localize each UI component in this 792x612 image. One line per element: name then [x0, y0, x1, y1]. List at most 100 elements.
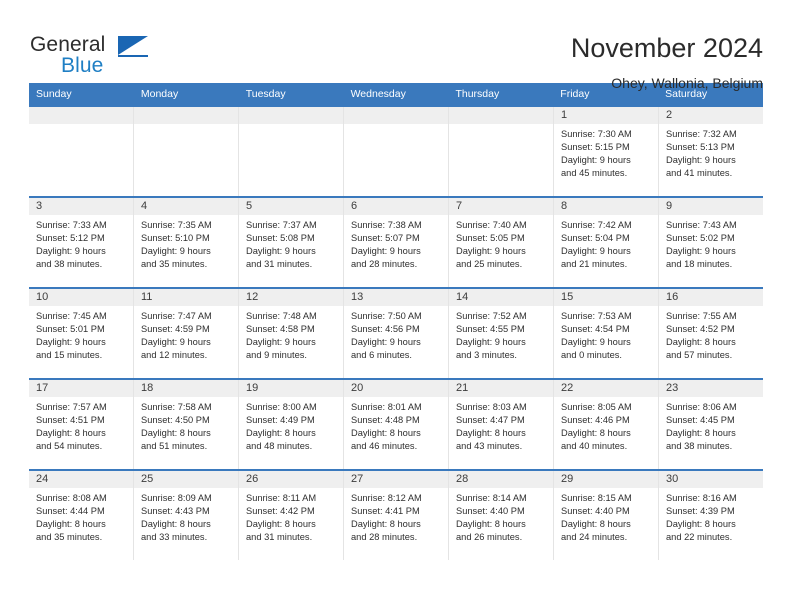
sunrise-text: Sunrise: 7:47 AM [141, 311, 212, 321]
daylight-text-line1: Daylight: 9 hours [456, 246, 526, 257]
sunset-text: Sunset: 4:58 PM [246, 324, 315, 335]
day-number: 22 [561, 382, 574, 394]
calendar-cell-empty [449, 107, 554, 196]
day-number: 16 [666, 291, 679, 303]
daylight-text-line2: and 31 minutes. [246, 259, 313, 270]
calendar-day-cell[interactable]: 1 Sunrise: 7:30 AM Sunset: 5:15 PM Daylight… [554, 107, 659, 196]
sunrise-text: Sunrise: 8:06 AM [666, 402, 737, 412]
calendar-day-cell[interactable]: 30 Sunrise: 8:16 AM Sunset: 4:39 PM Dayligh… [659, 471, 763, 560]
sunset-text: Sunset: 4:42 PM [246, 506, 315, 517]
sunrise-text: Sunrise: 8:01 AM [351, 402, 422, 412]
calendar-day-cell[interactable]: 28 Sunrise: 8:14 AM Sunset: 4:40 PM Dayligh… [449, 471, 554, 560]
daylight-text-line2: and 3 minutes. [456, 350, 517, 361]
weekday-header-friday: Friday [560, 88, 590, 100]
calendar-day-cell[interactable]: 20 Sunrise: 8:01 AM Sunset: 4:48 PM Dayligh… [344, 380, 449, 469]
day-number-band: 5 [239, 198, 343, 215]
calendar-day-cell[interactable]: 10 Sunrise: 7:45 AM Sunset: 5:01 PM Dayligh… [29, 289, 134, 378]
daylight-text-line1: Daylight: 8 hours [36, 428, 106, 439]
page-title: November 2024 [570, 33, 763, 63]
sunset-text: Sunset: 4:47 PM [456, 415, 525, 426]
calendar-day-cell[interactable]: 11 Sunrise: 7:47 AM Sunset: 4:59 PM Dayligh… [134, 289, 239, 378]
daylight-text-line1: Daylight: 9 hours [561, 337, 631, 348]
calendar-day-cell[interactable]: 8 Sunrise: 7:42 AM Sunset: 5:04 PM Daylight… [554, 198, 659, 287]
sunset-text: Sunset: 4:39 PM [666, 506, 735, 517]
calendar-day-cell[interactable]: 25 Sunrise: 8:09 AM Sunset: 4:43 PM Dayligh… [134, 471, 239, 560]
sun-info: Sunrise: 7:50 AM Sunset: 4:56 PM Daylight:… [344, 306, 448, 362]
calendar-day-cell[interactable]: 15 Sunrise: 7:53 AM Sunset: 4:54 PM Dayligh… [554, 289, 659, 378]
daylight-text-line1: Daylight: 8 hours [456, 428, 526, 439]
weekday-header-tuesday: Tuesday [245, 88, 286, 100]
calendar-day-cell[interactable]: 6 Sunrise: 7:38 AM Sunset: 5:07 PM Daylight… [344, 198, 449, 287]
calendar-day-cell[interactable]: 14 Sunrise: 7:52 AM Sunset: 4:55 PM Dayligh… [449, 289, 554, 378]
sunset-text: Sunset: 5:13 PM [666, 142, 735, 153]
sunset-text: Sunset: 5:10 PM [141, 233, 210, 244]
calendar-day-cell[interactable]: 4 Sunrise: 7:35 AM Sunset: 5:10 PM Daylight… [134, 198, 239, 287]
day-number-band: 8 [554, 198, 658, 215]
calendar-day-cell[interactable]: 17 Sunrise: 7:57 AM Sunset: 4:51 PM Dayligh… [29, 380, 134, 469]
day-number-band: 20 [344, 380, 448, 397]
calendar-week-row: 10 Sunrise: 7:45 AM Sunset: 5:01 PM Dayligh… [29, 287, 763, 378]
day-number-band: 15 [554, 289, 658, 306]
calendar-day-cell[interactable]: 9 Sunrise: 7:43 AM Sunset: 5:02 PM Daylight… [659, 198, 763, 287]
calendar-week-row: 1 Sunrise: 7:30 AM Sunset: 5:15 PM Daylight… [29, 105, 763, 196]
calendar-day-cell[interactable]: 18 Sunrise: 7:58 AM Sunset: 4:50 PM Dayligh… [134, 380, 239, 469]
calendar-day-cell[interactable]: 26 Sunrise: 8:11 AM Sunset: 4:42 PM Dayligh… [239, 471, 344, 560]
calendar-day-cell[interactable]: 22 Sunrise: 8:05 AM Sunset: 4:46 PM Dayligh… [554, 380, 659, 469]
sunset-text: Sunset: 4:40 PM [456, 506, 525, 517]
daylight-text-line2: and 41 minutes. [666, 168, 733, 179]
day-number: 23 [666, 382, 679, 394]
sun-info: Sunrise: 8:01 AM Sunset: 4:48 PM Daylight:… [344, 397, 448, 453]
day-number-band: 27 [344, 471, 448, 488]
daylight-text-line1: Daylight: 9 hours [246, 337, 316, 348]
page-header: General Blue November 2024 Ohey, Walloni… [29, 0, 763, 91]
daylight-text-line1: Daylight: 9 hours [351, 246, 421, 257]
sunrise-text: Sunrise: 7:52 AM [456, 311, 527, 321]
calendar-day-cell[interactable]: 3 Sunrise: 7:33 AM Sunset: 5:12 PM Daylight… [29, 198, 134, 287]
logo-text-general: General [30, 33, 106, 56]
calendar-day-cell[interactable]: 5 Sunrise: 7:37 AM Sunset: 5:08 PM Daylight… [239, 198, 344, 287]
day-number-band: 18 [134, 380, 238, 397]
calendar-day-cell[interactable]: 12 Sunrise: 7:48 AM Sunset: 4:58 PM Dayligh… [239, 289, 344, 378]
daylight-text-line1: Daylight: 9 hours [36, 246, 106, 257]
day-number: 13 [351, 291, 364, 303]
sunset-text: Sunset: 5:01 PM [36, 324, 105, 335]
calendar-day-cell[interactable]: 21 Sunrise: 8:03 AM Sunset: 4:47 PM Dayligh… [449, 380, 554, 469]
sun-info: Sunrise: 7:35 AM Sunset: 5:10 PM Daylight:… [134, 215, 238, 271]
day-number-band: 16 [659, 289, 763, 306]
sunrise-text: Sunrise: 8:15 AM [561, 493, 632, 503]
sunset-text: Sunset: 4:44 PM [36, 506, 105, 517]
sunset-text: Sunset: 4:59 PM [141, 324, 210, 335]
calendar-day-cell[interactable]: 23 Sunrise: 8:06 AM Sunset: 4:45 PM Dayligh… [659, 380, 763, 469]
sunrise-text: Sunrise: 7:48 AM [246, 311, 317, 321]
calendar-day-cell[interactable]: 16 Sunrise: 7:55 AM Sunset: 4:52 PM Dayligh… [659, 289, 763, 378]
day-number-band: 4 [134, 198, 238, 215]
daylight-text-line2: and 18 minutes. [666, 259, 733, 270]
day-number-band: 14 [449, 289, 553, 306]
daylight-text-line2: and 15 minutes. [36, 350, 103, 361]
day-number-band [134, 107, 238, 124]
calendar-cell-empty [344, 107, 449, 196]
calendar-day-cell[interactable]: 13 Sunrise: 7:50 AM Sunset: 4:56 PM Dayligh… [344, 289, 449, 378]
sunset-text: Sunset: 5:12 PM [36, 233, 105, 244]
calendar-cell-empty [239, 107, 344, 196]
calendar-day-cell[interactable]: 7 Sunrise: 7:40 AM Sunset: 5:05 PM Daylight… [449, 198, 554, 287]
day-number-band: 28 [449, 471, 553, 488]
daylight-text-line2: and 51 minutes. [141, 441, 208, 452]
sunset-text: Sunset: 4:43 PM [141, 506, 210, 517]
calendar-week-row: 17 Sunrise: 7:57 AM Sunset: 4:51 PM Dayligh… [29, 378, 763, 469]
day-number: 15 [561, 291, 574, 303]
daylight-text-line1: Daylight: 9 hours [141, 337, 211, 348]
calendar-day-cell[interactable]: 24 Sunrise: 8:08 AM Sunset: 4:44 PM Dayligh… [29, 471, 134, 560]
sunrise-text: Sunrise: 7:50 AM [351, 311, 422, 321]
sun-info: Sunrise: 8:12 AM Sunset: 4:41 PM Daylight:… [344, 488, 448, 544]
calendar-day-cell[interactable]: 29 Sunrise: 8:15 AM Sunset: 4:40 PM Dayligh… [554, 471, 659, 560]
calendar-day-cell[interactable]: 27 Sunrise: 8:12 AM Sunset: 4:41 PM Dayligh… [344, 471, 449, 560]
sunrise-text: Sunrise: 7:55 AM [666, 311, 737, 321]
calendar-day-cell[interactable]: 19 Sunrise: 8:00 AM Sunset: 4:49 PM Dayligh… [239, 380, 344, 469]
general-blue-logo[interactable]: General Blue [29, 31, 149, 81]
sunrise-text: Sunrise: 8:00 AM [246, 402, 317, 412]
sunrise-text: Sunrise: 7:42 AM [561, 220, 632, 230]
sunrise-text: Sunrise: 7:32 AM [666, 129, 737, 139]
calendar-day-cell[interactable]: 2 Sunrise: 7:32 AM Sunset: 5:13 PM Daylight… [659, 107, 763, 196]
day-number-band: 12 [239, 289, 343, 306]
